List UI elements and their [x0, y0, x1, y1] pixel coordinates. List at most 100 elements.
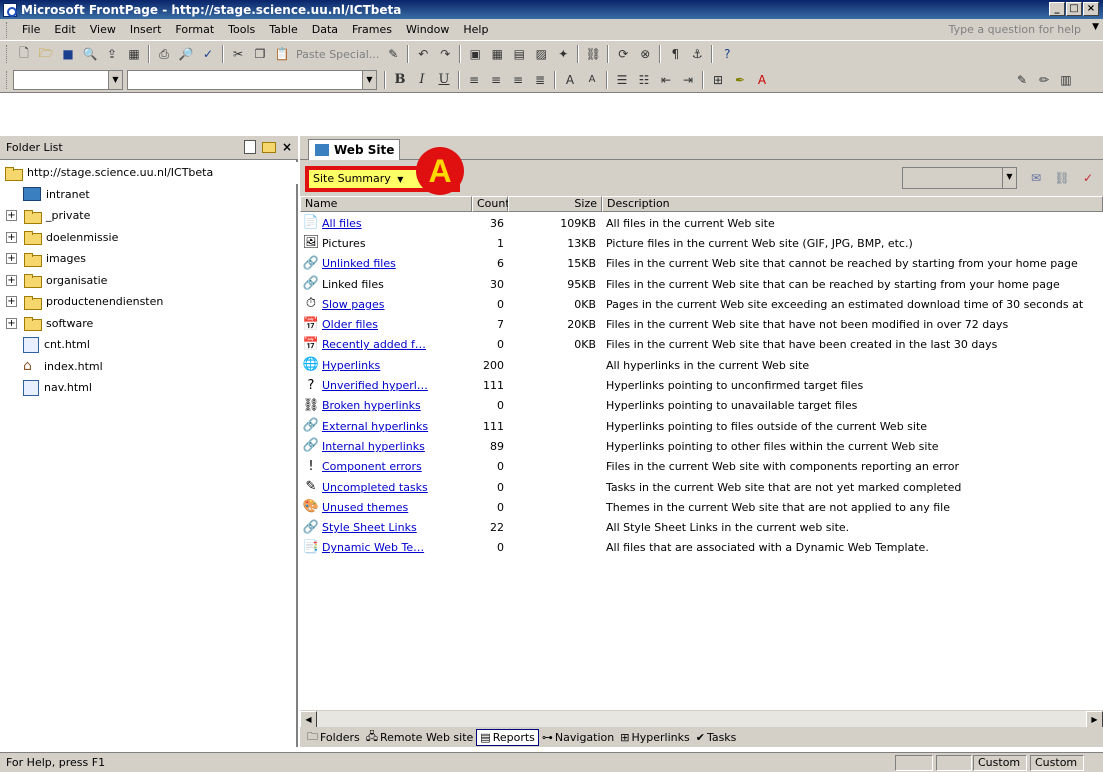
report-link[interactable]: Older files [322, 318, 378, 331]
tab-web-site[interactable]: Web Site [308, 139, 400, 160]
insert-table-icon[interactable]: ▦ [488, 45, 506, 63]
increase-font-icon[interactable]: A [561, 71, 579, 89]
view-folders-button[interactable]: 🗀 Folders [304, 727, 363, 748]
report-row[interactable]: 📅 Older files 7 20KB Files in the current We… [300, 314, 1103, 334]
view-hyperlinks-button[interactable]: ⊞ Hyperlinks [617, 730, 692, 745]
help-dropdown-icon[interactable]: ▼ [1092, 22, 1099, 32]
horizontal-scrollbar[interactable]: ◀ ▶ [300, 710, 1103, 728]
report-row[interactable]: 🔗 Linked files 30 95KB Files in the current … [300, 274, 1103, 294]
underline-button[interactable]: U [435, 71, 453, 89]
report-row[interactable]: ⏱ Slow pages 0 0KB Pages in the current Web … [300, 294, 1103, 314]
expand-icon[interactable]: + [6, 296, 17, 308]
tree-item--private[interactable]: + _private [0, 205, 298, 227]
numbering-icon[interactable]: ☰ [613, 71, 631, 89]
chevron-down-icon[interactable]: ▼ [108, 70, 122, 89]
view-navigation-button[interactable]: ⊶ Navigation [539, 730, 617, 745]
report-link[interactable]: Unlinked files [322, 257, 396, 270]
minimize-button[interactable]: _ [1049, 2, 1065, 16]
hyperlink-icon[interactable]: ⛓ [584, 45, 602, 63]
expand-icon[interactable]: + [6, 317, 17, 329]
report-link[interactable]: Component errors [322, 460, 422, 473]
layout-tables-icon[interactable]: ▥ [1057, 71, 1075, 89]
align-center-icon[interactable]: ≡ [487, 71, 505, 89]
cut-icon[interactable]: ✂ [229, 45, 247, 63]
publish-icon[interactable]: ⇪ [103, 45, 121, 63]
view-remote-web-site-button[interactable]: 🖧 Remote Web site [363, 727, 477, 748]
increase-indent-icon[interactable]: ⇥ [679, 71, 697, 89]
report-row[interactable]: 📅 Recently added f… 0 0KB Files in the curre… [300, 335, 1103, 355]
help-icon[interactable]: ? [718, 45, 736, 63]
report-row[interactable]: 🎨 Unused themes 0 Themes in the current Web… [300, 497, 1103, 517]
report-row[interactable]: ! Component errors 0 Files in the current W… [300, 457, 1103, 477]
view-reports-button[interactable]: ▤ Reports [476, 728, 539, 746]
spelling-icon[interactable]: ✓ [199, 45, 217, 63]
drawing-icon[interactable]: ✦ [554, 45, 572, 63]
column-header-size[interactable]: Size [508, 196, 602, 212]
font-combo[interactable]: ▼ [127, 69, 377, 90]
close-button[interactable]: × [1083, 2, 1099, 16]
report-link[interactable]: Internal hyperlinks [322, 440, 425, 453]
pencil-icon[interactable]: ✏ [1035, 71, 1053, 89]
new-page-icon[interactable] [243, 140, 256, 154]
menu-window[interactable]: Window [399, 21, 456, 38]
tree-item-nav-html[interactable]: nav.html [0, 377, 298, 399]
menu-view[interactable]: View [83, 21, 123, 38]
frontpage-app-icon[interactable] [3, 2, 17, 17]
undo-icon[interactable]: ↶ [414, 45, 432, 63]
report-link[interactable]: All files [322, 217, 362, 230]
font-color-icon[interactable]: A [753, 71, 771, 89]
anchor-icon[interactable]: ⚓ [688, 45, 706, 63]
menu-format[interactable]: Format [168, 21, 221, 38]
report-link[interactable]: Uncompleted tasks [322, 481, 428, 494]
view-tasks-button[interactable]: ✔ Tasks [693, 730, 740, 745]
report-link[interactable]: Style Sheet Links [322, 521, 417, 534]
report-row[interactable]: ✎ Uncompleted tasks 0 Tasks in the current … [300, 477, 1103, 497]
stop-icon[interactable]: ⊗ [636, 45, 654, 63]
report-link[interactable]: Recently added f… [322, 338, 426, 351]
report-row[interactable]: 🖼 Pictures 1 13KB Picture files in the curre… [300, 233, 1103, 253]
style-combo[interactable]: ▼ [13, 69, 123, 90]
tree-item-software[interactable]: + software [0, 313, 298, 335]
refresh-icon[interactable]: ⟳ [614, 45, 632, 63]
report-link[interactable]: Unused themes [322, 501, 408, 514]
borders-icon[interactable]: ⊞ [709, 71, 727, 89]
italic-button[interactable]: I [413, 71, 431, 89]
scroll-left-icon[interactable]: ◀ [300, 711, 317, 728]
report-link[interactable]: Slow pages [322, 298, 384, 311]
tree-root[interactable]: http://stage.science.uu.nl/ICTbeta [0, 162, 298, 184]
report-link[interactable]: Broken hyperlinks [322, 399, 421, 412]
highlight-icon[interactable]: ✒ [731, 71, 749, 89]
chevron-down-icon[interactable]: ▼ [362, 70, 376, 89]
toggle-pane-icon[interactable]: ▦ [125, 45, 143, 63]
expand-icon[interactable]: + [6, 253, 17, 265]
tree-item-productenendiensten[interactable]: + productenendiensten [0, 291, 298, 313]
column-header-description[interactable]: Description [602, 196, 1103, 212]
expand-icon[interactable]: + [6, 231, 17, 243]
tree-item-cnt-html[interactable]: cnt.html [0, 334, 298, 356]
report-link[interactable]: Unverified hyperl… [322, 379, 428, 392]
paste-icon[interactable]: 📋 [273, 45, 291, 63]
tree-item-index-html[interactable]: ⌂ index.html [0, 356, 298, 378]
edit-hyperlink-icon[interactable]: ✉ [1027, 169, 1045, 187]
menu-table[interactable]: Table [262, 21, 304, 38]
menu-frames[interactable]: Frames [345, 21, 399, 38]
print-icon[interactable]: ⎙ [155, 45, 173, 63]
report-row[interactable]: 🔗 Internal hyperlinks 89 Hyperlinks pointin… [300, 436, 1103, 456]
menu-insert[interactable]: Insert [123, 21, 169, 38]
save-icon[interactable]: ■ [59, 45, 77, 63]
toolbar-grip[interactable] [6, 45, 9, 63]
align-right-icon[interactable]: ≡ [509, 71, 527, 89]
expand-icon[interactable]: + [6, 210, 17, 222]
report-setting-combo[interactable]: ▼ [902, 167, 1017, 189]
align-left-icon[interactable]: ≡ [465, 71, 483, 89]
web-component-icon[interactable]: ▣ [466, 45, 484, 63]
help-question-input[interactable]: Type a question for help [925, 21, 1085, 38]
spelling-check-icon[interactable]: ✓ [1079, 169, 1097, 187]
report-link[interactable]: External hyperlinks [322, 420, 428, 433]
new-page-icon[interactable]: 🗋 [15, 45, 33, 63]
menu-tools[interactable]: Tools [221, 21, 262, 38]
bold-button[interactable]: B [391, 71, 409, 89]
decrease-font-icon[interactable]: A [583, 71, 601, 89]
report-row[interactable]: 🌐 Hyperlinks 200 All hyperlinks in the curr… [300, 355, 1103, 375]
column-header-count[interactable]: Count [472, 196, 510, 212]
